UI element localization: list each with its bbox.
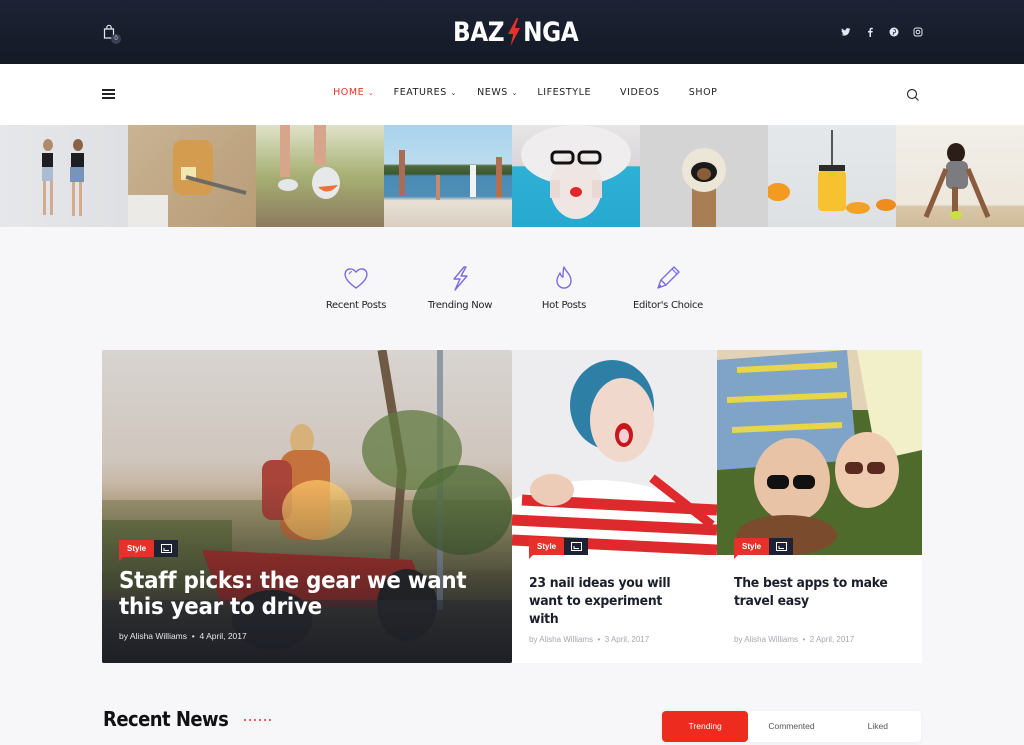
heading-dots-decoration — [244, 719, 271, 721]
post-tags: Style — [119, 540, 179, 561]
nav-videos[interactable]: VIDEOS — [620, 87, 660, 98]
search-icon[interactable] — [906, 88, 920, 102]
recent-news-heading: Recent News — [103, 707, 229, 731]
featured-main-post[interactable]: Style Staff picks: the gear we want this… — [102, 350, 512, 663]
strip-image-beach[interactable] — [384, 125, 512, 227]
category-recent-posts[interactable]: Recent Posts — [304, 264, 408, 311]
category-hot-posts[interactable]: Hot Posts — [512, 264, 616, 311]
lightning-icon — [446, 264, 474, 292]
nav-features[interactable]: FEATURES ⌄ — [394, 87, 457, 98]
strip-image-orange-juice[interactable] — [768, 125, 896, 227]
image-format-icon — [769, 538, 794, 555]
featured-card-2[interactable]: Style The best apps to make travel easy … — [717, 350, 922, 663]
cart-count-badge: 0 — [111, 34, 121, 44]
strip-image-running-shoes[interactable] — [256, 125, 384, 227]
featured-card-image — [717, 350, 922, 555]
meta-separator: • — [595, 635, 605, 644]
featured-card-image — [512, 350, 717, 555]
tab-liked[interactable]: Liked — [835, 711, 921, 742]
strip-image-sprinter[interactable] — [896, 125, 1024, 227]
nav-shop[interactable]: SHOP — [688, 87, 717, 98]
nav-shop-label: SHOP — [688, 87, 718, 98]
nav-features-label: FEATURES — [393, 87, 448, 98]
tab-trending[interactable]: Trending — [662, 711, 749, 742]
category-label: Editor's Choice — [632, 300, 704, 311]
social-links — [841, 25, 923, 37]
flame-icon — [550, 264, 578, 292]
post-tags: Style — [529, 538, 589, 559]
strip-image-dog-helmet[interactable] — [640, 125, 768, 227]
strip-image-two-women[interactable] — [0, 125, 128, 227]
nav-lifestyle[interactable]: LIFESTYLE — [537, 87, 591, 98]
nav-news[interactable]: NEWS ⌄ — [477, 87, 518, 98]
twitter-icon[interactable] — [841, 25, 851, 37]
category-label: Hot Posts — [541, 300, 587, 311]
chevron-down-icon: ⌄ — [367, 88, 375, 97]
category-trending-now[interactable]: Trending Now — [408, 264, 512, 311]
image-format-icon — [564, 538, 589, 555]
post-date: 3 April, 2017 — [604, 635, 650, 644]
strip-image-toast[interactable] — [128, 125, 256, 227]
heart-icon — [342, 264, 370, 292]
lightning-logo-icon — [505, 17, 522, 47]
nav-lifestyle-label: LIFESTYLE — [536, 87, 591, 98]
featured-card-title[interactable]: The best apps to make travel easy — [734, 574, 895, 610]
hamburger-menu-icon[interactable] — [102, 89, 115, 99]
category-editors-choice[interactable]: Editor's Choice — [616, 264, 720, 311]
featured-card-title[interactable]: 23 nail ideas you will want to experimen… — [529, 574, 690, 628]
category-label: Recent Posts — [325, 300, 387, 311]
image-strip — [0, 125, 1024, 227]
nav-home[interactable]: HOME ⌄ — [333, 87, 374, 98]
top-bar: 0 BAZ NGA — [0, 0, 1024, 64]
post-date: 2 April, 2017 — [809, 635, 855, 644]
facebook-icon[interactable] — [865, 25, 875, 37]
category-shortcuts: Recent Posts Trending Now Hot Posts Edit… — [304, 264, 720, 311]
featured-card-1[interactable]: Style 23 nail ideas you will want to exp… — [512, 350, 717, 663]
pinterest-icon[interactable] — [889, 25, 899, 37]
post-author[interactable]: by Alisha Williams — [119, 631, 187, 641]
featured-card-meta: by Alisha Williams • 3 April, 2017 — [529, 635, 649, 644]
post-author[interactable]: by Alisha Williams — [529, 635, 593, 644]
nav-news-label: NEWS — [476, 87, 508, 98]
meta-separator: • — [189, 631, 200, 641]
strip-image-glasses-woman[interactable] — [512, 125, 640, 227]
pen-icon — [654, 264, 682, 292]
post-author[interactable]: by Alisha Williams — [734, 635, 798, 644]
site-logo[interactable]: BAZ NGA — [453, 14, 579, 50]
post-tags: Style — [734, 538, 794, 559]
main-nav: HOME ⌄ FEATURES ⌄ NEWS ⌄ LIFESTYLE VIDEO… — [332, 87, 735, 98]
featured-main-title[interactable]: Staff picks: the gear we want this year … — [119, 568, 472, 620]
meta-separator: • — [800, 635, 810, 644]
tab-commented[interactable]: Commented — [748, 711, 834, 742]
image-format-icon — [154, 540, 179, 557]
category-label: Trending Now — [427, 300, 493, 311]
category-tag-style[interactable]: Style — [529, 538, 565, 559]
featured-main-meta: by Alisha Williams • 4 April, 2017 — [119, 631, 247, 641]
category-tag-style[interactable]: Style — [119, 540, 155, 561]
post-date: 4 April, 2017 — [199, 631, 247, 641]
recent-news-tabs: Trending Commented Liked — [662, 711, 921, 742]
nav-videos-label: VIDEOS — [620, 87, 660, 98]
nav-home-label: HOME — [333, 87, 365, 98]
category-tag-style[interactable]: Style — [734, 538, 770, 559]
chevron-down-icon: ⌄ — [511, 88, 518, 97]
instagram-icon[interactable] — [913, 25, 923, 37]
chevron-down-icon: ⌄ — [450, 88, 458, 97]
logo-text-right: NGA — [523, 16, 579, 48]
main-navbar: HOME ⌄ FEATURES ⌄ NEWS ⌄ LIFESTYLE VIDEO… — [0, 64, 1024, 125]
featured-card-meta: by Alisha Williams • 2 April, 2017 — [734, 635, 854, 644]
logo-text-left: BAZ — [453, 16, 505, 48]
